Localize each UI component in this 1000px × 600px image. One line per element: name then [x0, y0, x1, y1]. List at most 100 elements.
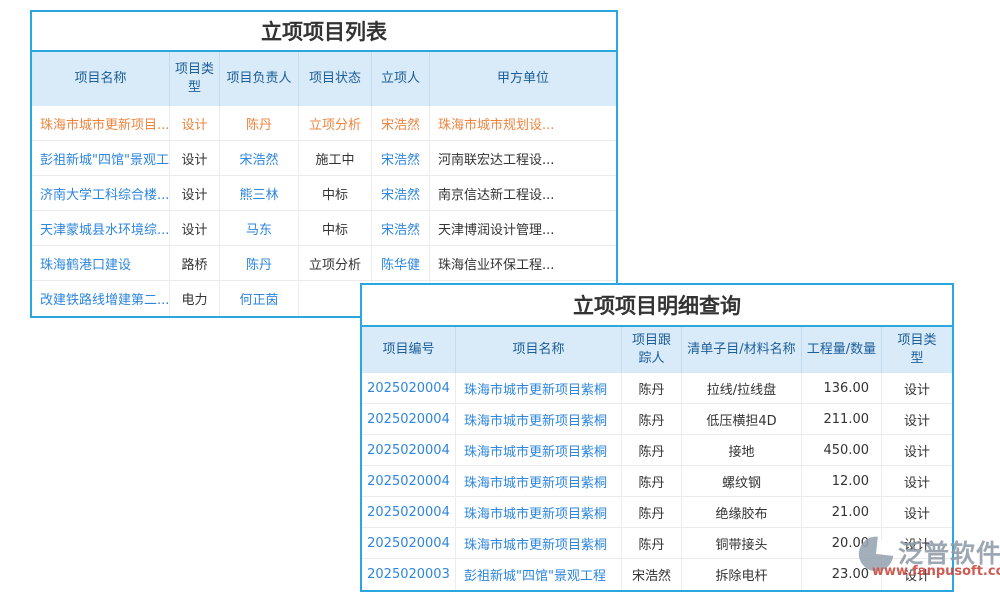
- cell-client-unit: 天津博润设计管理...: [430, 211, 616, 245]
- cell-project-code[interactable]: 2025020004: [362, 373, 456, 403]
- cell-project-name[interactable]: 珠海市城市更新项目紫桐: [456, 404, 622, 434]
- cell-material-name: 绝缘胶布: [682, 497, 802, 527]
- table-row[interactable]: 2025020004珠海市城市更新项目紫桐陈丹铜带接头20.00设计: [362, 528, 952, 559]
- table-row[interactable]: 2025020004珠海市城市更新项目紫桐陈丹接地450.00设计: [362, 435, 952, 466]
- cell-client-unit: 珠海信业环保工程...: [430, 246, 616, 280]
- cell-initiator[interactable]: 宋浩然: [372, 141, 430, 175]
- cell-project-tracker: 宋浩然: [622, 559, 682, 590]
- table-row[interactable]: 济南大学工科综合楼...设计熊三林中标宋浩然南京信达新工程设...: [32, 176, 616, 211]
- cell-project-name[interactable]: 彭祖新城"四馆"景观工程: [456, 559, 622, 590]
- cell-project-name[interactable]: 珠海市城市更新项目紫桐: [456, 466, 622, 496]
- cell-project-status: 施工中: [299, 141, 372, 175]
- cell-project-type: 设计: [170, 106, 220, 140]
- project-detail-header-row: 项目编号项目名称项目跟踪人清单子目/材料名称工程量/数量项目类型: [362, 327, 952, 373]
- cell-project-manager[interactable]: 陈丹: [220, 246, 299, 280]
- table-row[interactable]: 2025020004珠海市城市更新项目紫桐陈丹绝缘胶布21.00设计: [362, 497, 952, 528]
- column-header-project-manager: 项目负责人: [220, 52, 299, 106]
- cell-project-name[interactable]: 珠海市城市更新项目...: [32, 106, 170, 140]
- cell-project-type: 设计: [882, 435, 952, 465]
- cell-quantity: 136.00: [802, 373, 882, 403]
- cell-project-tracker: 陈丹: [622, 435, 682, 465]
- cell-client-unit: 河南联宏达工程设...: [430, 141, 616, 175]
- cell-project-code[interactable]: 2025020004: [362, 435, 456, 465]
- cell-project-manager[interactable]: 何正茵: [220, 281, 299, 316]
- cell-project-code[interactable]: 2025020004: [362, 528, 456, 558]
- cell-project-type: 设计: [170, 211, 220, 245]
- column-header-project-tracker: 项目跟踪人: [622, 327, 682, 373]
- cell-project-name[interactable]: 珠海市城市更新项目紫桐: [456, 528, 622, 558]
- table-row[interactable]: 天津蒙城县水环境综...设计马东中标宋浩然天津博润设计管理...: [32, 211, 616, 246]
- cell-quantity: 211.00: [802, 404, 882, 434]
- cell-quantity: 20.00: [802, 528, 882, 558]
- column-header-project-name: 项目名称: [32, 52, 170, 106]
- table-row[interactable]: 珠海鹤港口建设路桥陈丹立项分析陈华健珠海信业环保工程...: [32, 246, 616, 281]
- cell-project-type: 电力: [170, 281, 220, 316]
- cell-project-name[interactable]: 珠海市城市更新项目紫桐: [456, 373, 622, 403]
- cell-project-type: 设计: [882, 404, 952, 434]
- cell-quantity: 21.00: [802, 497, 882, 527]
- cell-quantity: 450.00: [802, 435, 882, 465]
- project-list-header-row: 项目名称项目类型项目负责人项目状态立项人甲方单位: [32, 52, 616, 106]
- cell-client-unit: 珠海市城市规划设...: [430, 106, 616, 140]
- column-header-project-name: 项目名称: [456, 327, 622, 373]
- cell-material-name: 拉线/拉线盘: [682, 373, 802, 403]
- project-detail-title: 立项项目明细查询: [362, 285, 952, 327]
- cell-project-code[interactable]: 2025020004: [362, 404, 456, 434]
- column-header-project-status: 项目状态: [299, 52, 372, 106]
- cell-initiator[interactable]: 宋浩然: [372, 211, 430, 245]
- column-header-material-name: 清单子目/材料名称: [682, 327, 802, 373]
- table-row[interactable]: 2025020004珠海市城市更新项目紫桐陈丹拉线/拉线盘136.00设计: [362, 373, 952, 404]
- cell-project-name[interactable]: 彭祖新城"四馆"景观工...: [32, 141, 170, 175]
- cell-project-tracker: 陈丹: [622, 373, 682, 403]
- cell-project-name[interactable]: 济南大学工科综合楼...: [32, 176, 170, 210]
- cell-client-unit: 南京信达新工程设...: [430, 176, 616, 210]
- cell-project-type: 设计: [882, 373, 952, 403]
- cell-project-name[interactable]: 珠海市城市更新项目紫桐: [456, 435, 622, 465]
- cell-project-name[interactable]: 天津蒙城县水环境综...: [32, 211, 170, 245]
- cell-project-status: 立项分析: [299, 106, 372, 140]
- cell-material-name: 拆除电杆: [682, 559, 802, 590]
- cell-project-type: 路桥: [170, 246, 220, 280]
- cell-project-tracker: 陈丹: [622, 404, 682, 434]
- cell-project-code[interactable]: 2025020004: [362, 466, 456, 496]
- cell-material-name: 铜带接头: [682, 528, 802, 558]
- cell-project-name[interactable]: 珠海鹤港口建设: [32, 246, 170, 280]
- cell-project-type: 设计: [882, 497, 952, 527]
- cell-project-status: 立项分析: [299, 246, 372, 280]
- cell-project-type: 设计: [170, 141, 220, 175]
- table-row[interactable]: 珠海市城市更新项目...设计陈丹立项分析宋浩然珠海市城市规划设...: [32, 106, 616, 141]
- cell-project-status: 中标: [299, 211, 372, 245]
- cell-project-type: 设计: [882, 528, 952, 558]
- table-row[interactable]: 2025020003彭祖新城"四馆"景观工程宋浩然拆除电杆23.00设计: [362, 559, 952, 590]
- cell-project-name[interactable]: 珠海市城市更新项目紫桐: [456, 497, 622, 527]
- table-row[interactable]: 彭祖新城"四馆"景观工...设计宋浩然施工中宋浩然河南联宏达工程设...: [32, 141, 616, 176]
- cell-project-type: 设计: [882, 466, 952, 496]
- cell-project-name[interactable]: 改建铁路线增建第二...: [32, 281, 170, 316]
- project-detail-panel: 立项项目明细查询 项目编号项目名称项目跟踪人清单子目/材料名称工程量/数量项目类…: [360, 283, 954, 592]
- cell-initiator[interactable]: 宋浩然: [372, 176, 430, 210]
- column-header-client-unit: 甲方单位: [430, 52, 616, 106]
- column-header-project-type: 项目类型: [170, 52, 220, 106]
- cell-project-status: 中标: [299, 176, 372, 210]
- cell-project-code[interactable]: 2025020004: [362, 497, 456, 527]
- cell-project-tracker: 陈丹: [622, 497, 682, 527]
- column-header-initiator: 立项人: [372, 52, 430, 106]
- cell-initiator[interactable]: 宋浩然: [372, 106, 430, 140]
- cell-initiator[interactable]: 陈华健: [372, 246, 430, 280]
- cell-project-manager[interactable]: 熊三林: [220, 176, 299, 210]
- column-header-project-code: 项目编号: [362, 327, 456, 373]
- column-header-project-type: 项目类型: [882, 327, 952, 373]
- cell-project-manager[interactable]: 宋浩然: [220, 141, 299, 175]
- cell-project-type: 设计: [882, 559, 952, 590]
- cell-material-name: 低压横担4D: [682, 404, 802, 434]
- cell-project-type: 设计: [170, 176, 220, 210]
- cell-project-code[interactable]: 2025020003: [362, 559, 456, 590]
- table-row[interactable]: 2025020004珠海市城市更新项目紫桐陈丹低压横担4D211.00设计: [362, 404, 952, 435]
- cell-material-name: 接地: [682, 435, 802, 465]
- table-row[interactable]: 2025020004珠海市城市更新项目紫桐陈丹螺纹钢12.00设计: [362, 466, 952, 497]
- cell-project-manager[interactable]: 陈丹: [220, 106, 299, 140]
- cell-project-tracker: 陈丹: [622, 528, 682, 558]
- cell-project-manager[interactable]: 马东: [220, 211, 299, 245]
- cell-material-name: 螺纹钢: [682, 466, 802, 496]
- column-header-quantity: 工程量/数量: [802, 327, 882, 373]
